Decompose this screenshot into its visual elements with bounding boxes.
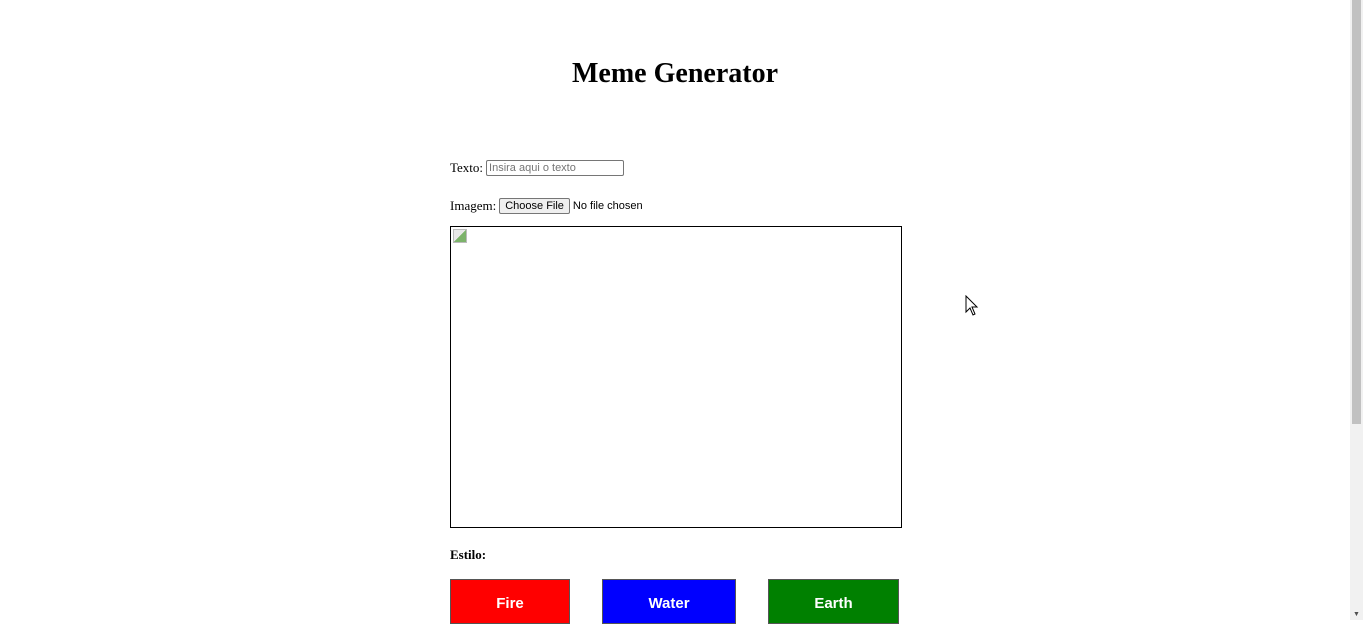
text-label: Texto: xyxy=(450,160,484,175)
water-button[interactable]: Water xyxy=(602,579,736,624)
image-label: Imagem: xyxy=(450,198,497,213)
page-title: Meme Generator xyxy=(572,58,778,89)
fire-button[interactable]: Fire xyxy=(450,579,570,624)
earth-button[interactable]: Earth xyxy=(768,579,899,624)
choose-file-button[interactable]: Choose File xyxy=(499,198,570,214)
text-input[interactable] xyxy=(486,160,625,176)
meme-image-container xyxy=(450,226,902,528)
style-label: Estilo: xyxy=(450,547,487,562)
mouse-cursor-icon xyxy=(965,294,979,322)
scroll-down-arrow-icon[interactable]: ▼ xyxy=(1353,610,1360,618)
scrollbar[interactable]: ▼ xyxy=(1350,0,1363,620)
file-status: No file chosen xyxy=(572,200,643,212)
scrollbar-thumb[interactable] xyxy=(1352,0,1361,424)
image-row: Imagem: Choose File No file chosen xyxy=(450,198,643,214)
broken-image-icon xyxy=(453,229,467,243)
text-row: Texto: xyxy=(450,160,625,176)
